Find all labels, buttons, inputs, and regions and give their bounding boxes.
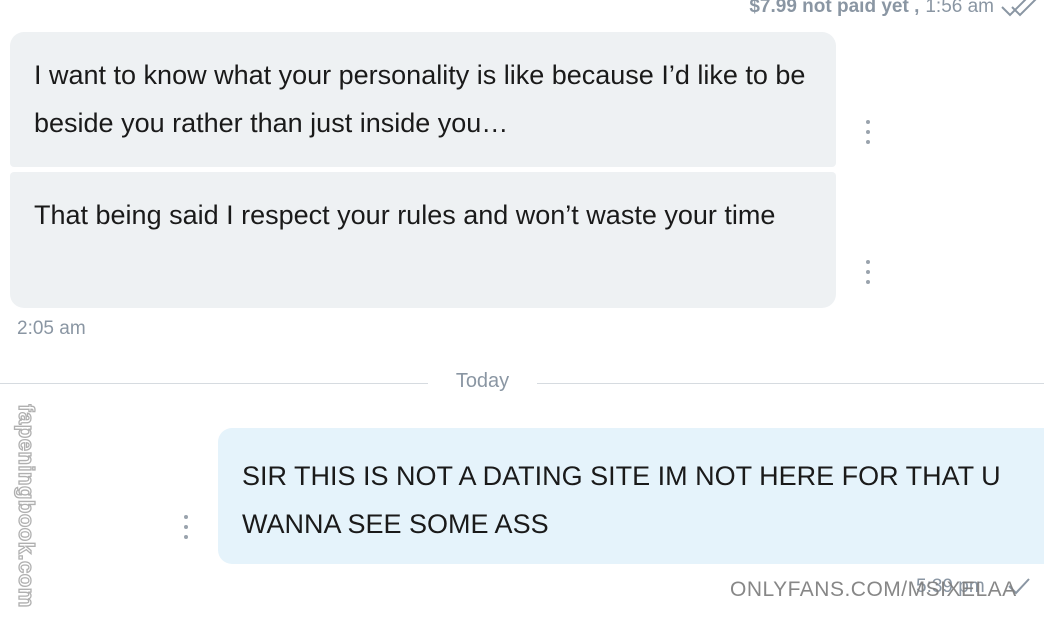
sent-message-bubble[interactable]: SIR THIS IS NOT A DATING SITE IM NOT HER… — [218, 428, 1044, 564]
price-status: $7.99 not paid yet , — [749, 0, 920, 17]
divider-line-right — [537, 383, 1044, 384]
message-options-icon[interactable] — [864, 260, 872, 284]
message-text: SIR THIS IS NOT A DATING SITE IM NOT HER… — [242, 461, 1001, 539]
message-options-icon[interactable] — [864, 120, 872, 144]
received-message-bubble[interactable]: I want to know what your personality is … — [10, 32, 836, 167]
message-text: That being said I respect your rules and… — [34, 200, 776, 230]
received-message-time: 2:05 am — [17, 318, 86, 339]
message-options-icon[interactable] — [182, 515, 190, 539]
divider-line-left — [0, 383, 428, 384]
received-message-bubble[interactable]: That being said I respect your rules and… — [10, 172, 836, 308]
watermark-text: ONLYFANS.COM/MSIXELAA — [730, 578, 1017, 601]
message-status-row: $7.99 not paid yet , 1:56 am — [700, 0, 1044, 20]
side-watermark: fapeningbook.com — [13, 404, 39, 609]
date-divider-label: Today — [455, 370, 510, 392]
message-text: I want to know what your personality is … — [34, 60, 806, 138]
double-check-icon — [1000, 0, 1040, 18]
status-time: 1:56 am — [925, 0, 994, 17]
